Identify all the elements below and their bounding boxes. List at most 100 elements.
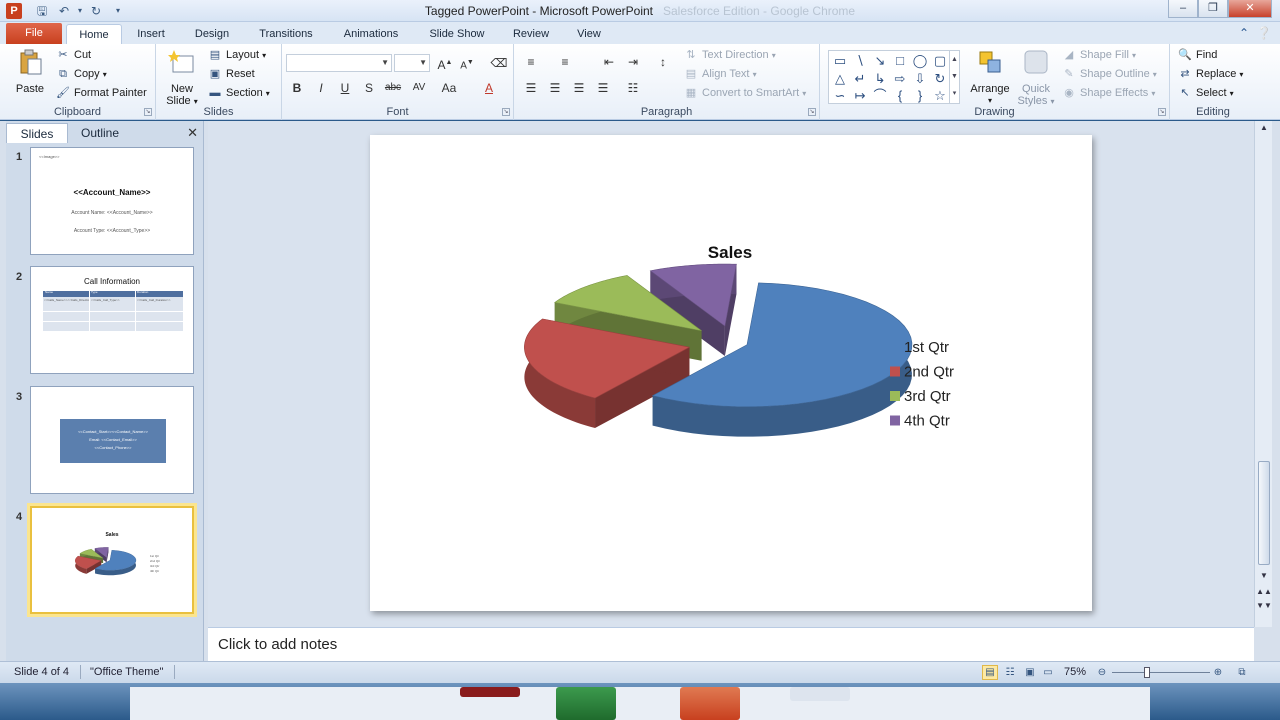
elbow-connector-shape-icon[interactable]: ↵ xyxy=(851,71,869,87)
shapes-more-icon[interactable]: ▲ ▼ ▾ xyxy=(949,51,959,103)
left-brace-shape-icon[interactable]: { xyxy=(891,88,909,104)
curved-connector-shape-icon[interactable]: ↦ xyxy=(851,88,869,104)
tab-insert[interactable]: Insert xyxy=(128,24,174,44)
tab-slides-pane[interactable]: Slides xyxy=(6,123,68,143)
layout-button[interactable]: ▤ Layout ▾ xyxy=(208,46,266,64)
convert-smartart-button[interactable]: ▦ Convert to SmartArt ▾ xyxy=(684,84,806,102)
quick-styles-button[interactable]: Quick Styles ▾ xyxy=(1014,48,1058,108)
align-left-icon[interactable]: ☰ xyxy=(520,78,542,98)
paste-button[interactable]: Paste xyxy=(10,48,50,95)
tab-review[interactable]: Review xyxy=(506,24,556,44)
scroll-down-icon[interactable]: ▼ xyxy=(1255,571,1273,580)
shape-effects-button[interactable]: ◉ Shape Effects ▾ xyxy=(1062,84,1155,102)
powerpoint-taskbar-icon[interactable] xyxy=(680,687,740,720)
decrease-indent-icon[interactable]: ⇤ xyxy=(598,52,620,72)
select-button[interactable]: ↖ Select ▾ xyxy=(1178,84,1233,102)
zoom-out-icon[interactable]: ⊖ xyxy=(1094,665,1110,680)
minimize-button[interactable]: – xyxy=(1168,0,1198,18)
bullets-icon[interactable]: ≡ xyxy=(520,52,542,72)
clear-formatting-icon[interactable]: ⌫ xyxy=(488,53,510,73)
slide-thumbnail-1[interactable]: <<Image>> <<Account_Name>> Account Name:… xyxy=(30,147,194,255)
change-case-button[interactable]: Aa xyxy=(438,78,460,98)
tab-view[interactable]: View xyxy=(568,24,610,44)
section-button[interactable]: ▬ Section ▾ xyxy=(208,84,270,102)
down-arrow-shape-icon[interactable]: ⇩ xyxy=(911,71,929,87)
reading-view-icon[interactable]: ▣ xyxy=(1022,665,1038,680)
previous-slide-icon[interactable]: ▲▲ xyxy=(1255,587,1273,596)
fit-to-window-icon[interactable]: ⧉ xyxy=(1234,665,1250,680)
zoom-level[interactable]: 75% xyxy=(1064,666,1086,678)
font-color-button[interactable]: A xyxy=(478,78,500,98)
arrow-line-shape-icon[interactable]: ↘ xyxy=(871,53,889,69)
close-pane-icon[interactable]: ✕ xyxy=(187,125,198,141)
justify-icon[interactable]: ☰ xyxy=(592,78,614,98)
tab-slide-show[interactable]: Slide Show xyxy=(420,24,494,44)
tab-animations[interactable]: Animations xyxy=(334,24,408,44)
tab-home[interactable]: Home xyxy=(66,24,122,44)
format-painter-button[interactable]: 🖌 Format Painter xyxy=(56,84,147,102)
oval-shape-icon[interactable]: ◯ xyxy=(911,53,929,69)
current-slide[interactable]: Sales 1st Qtr 2nd Qtr 3rd Qtr 4th Qtr xyxy=(370,135,1092,611)
line-spacing-icon[interactable]: ↕ xyxy=(652,52,674,72)
slide-thumbnail-2[interactable]: Call Information Name Type Duration <<Ca… xyxy=(30,266,194,374)
shape-outline-button[interactable]: ✎ Shape Outline ▾ xyxy=(1062,65,1156,83)
text-direction-button[interactable]: ⇅ Text Direction ▾ xyxy=(684,46,775,64)
elbow-arrow-shape-icon[interactable]: ↳ xyxy=(871,71,889,87)
arc-shape-icon[interactable]: ⌒ xyxy=(871,88,889,104)
numbering-icon[interactable]: ≡ xyxy=(554,52,576,72)
zoom-slider[interactable] xyxy=(1112,672,1210,673)
theme-name[interactable]: "Office Theme" xyxy=(90,666,163,678)
vertical-scrollbar[interactable]: ▲ ▼ ▲▲ ▼▼ xyxy=(1254,121,1272,627)
arrange-button[interactable]: Arrange ▾ xyxy=(968,48,1012,107)
star-shape-icon[interactable]: ☆ xyxy=(931,88,949,104)
shape-fill-button[interactable]: ◢ Shape Fill ▾ xyxy=(1062,46,1136,64)
zoom-slider-handle[interactable] xyxy=(1144,667,1150,678)
shapes-gallery[interactable]: ▭ ∖ ↘ □ ◯ ▢ △ ↵ ↳ ⇨ ⇩ ↻ ∽ ↦ ⌒ { } ☆ ▲ ▼ ▾ xyxy=(828,50,960,104)
underline-button[interactable]: U xyxy=(334,78,356,98)
taskbar-app-icon[interactable] xyxy=(790,687,850,701)
help-icon[interactable]: ❔ xyxy=(1256,25,1272,41)
triangle-shape-icon[interactable]: △ xyxy=(831,71,849,87)
paragraph-launcher-icon[interactable]: ↘ xyxy=(808,108,816,116)
tab-file[interactable]: File xyxy=(6,23,62,44)
drawing-launcher-icon[interactable]: ↘ xyxy=(1158,108,1166,116)
tab-transitions[interactable]: Transitions xyxy=(250,24,322,44)
font-size-combo[interactable]: ▼ xyxy=(394,54,430,72)
shadow-button[interactable]: S xyxy=(358,78,380,98)
sales-pie-chart[interactable]: Sales 1st Qtr 2nd Qtr 3rd Qtr 4th Qtr xyxy=(370,135,1092,611)
new-slide-button[interactable]: New Slide ▾ xyxy=(162,48,202,108)
circular-arrow-shape-icon[interactable]: ↻ xyxy=(931,71,949,87)
excel-taskbar-icon[interactable] xyxy=(556,687,616,720)
align-right-icon[interactable]: ☰ xyxy=(568,78,590,98)
right-brace-shape-icon[interactable]: } xyxy=(911,88,929,104)
zoom-in-icon[interactable]: ⊕ xyxy=(1210,665,1226,680)
bold-button[interactable]: B xyxy=(286,78,308,98)
slide-thumbnail-3[interactable]: <<Contact_Start>><<Contact_Name>> Email:… xyxy=(30,386,194,494)
font-name-combo[interactable]: ▼ xyxy=(286,54,392,72)
next-slide-icon[interactable]: ▼▼ xyxy=(1255,601,1273,610)
columns-icon[interactable]: ☷ xyxy=(622,78,644,98)
taskbar-app-icon[interactable] xyxy=(460,687,520,697)
scrollbar-thumb[interactable] xyxy=(1258,461,1270,565)
normal-view-icon[interactable]: ▤ xyxy=(982,665,998,680)
align-text-button[interactable]: ▤ Align Text ▾ xyxy=(684,65,757,83)
restore-button[interactable]: ❐ xyxy=(1198,0,1228,18)
character-spacing-button[interactable]: AV xyxy=(408,78,430,98)
slide-thumbnail-4[interactable]: Sales 1st Qtr 2nd Qtr 3rd Qtr 4th Qtr xyxy=(30,506,194,614)
reset-button[interactable]: ▣ Reset xyxy=(208,65,255,83)
right-arrow-shape-icon[interactable]: ⇨ xyxy=(891,71,909,87)
clipboard-launcher-icon[interactable]: ↘ xyxy=(144,108,152,116)
curve-shape-icon[interactable]: ∽ xyxy=(831,88,849,104)
tab-design[interactable]: Design xyxy=(186,24,238,44)
strikethrough-button[interactable]: abc xyxy=(382,78,404,98)
replace-button[interactable]: ⇄ Replace ▾ xyxy=(1178,65,1243,83)
slide-sorter-icon[interactable]: ☷ xyxy=(1002,665,1018,680)
line-shape-icon[interactable]: ∖ xyxy=(851,53,869,69)
rectangle-shape-icon[interactable]: □ xyxy=(891,53,909,69)
increase-indent-icon[interactable]: ⇥ xyxy=(622,52,644,72)
cut-button[interactable]: ✂ Cut xyxy=(56,46,91,64)
copy-button[interactable]: ⧉ Copy ▾ xyxy=(56,65,107,83)
scroll-up-icon[interactable]: ▲ xyxy=(1255,123,1273,132)
textbox-shape-icon[interactable]: ▭ xyxy=(831,53,849,69)
find-button[interactable]: 🔍 Find xyxy=(1178,46,1217,64)
